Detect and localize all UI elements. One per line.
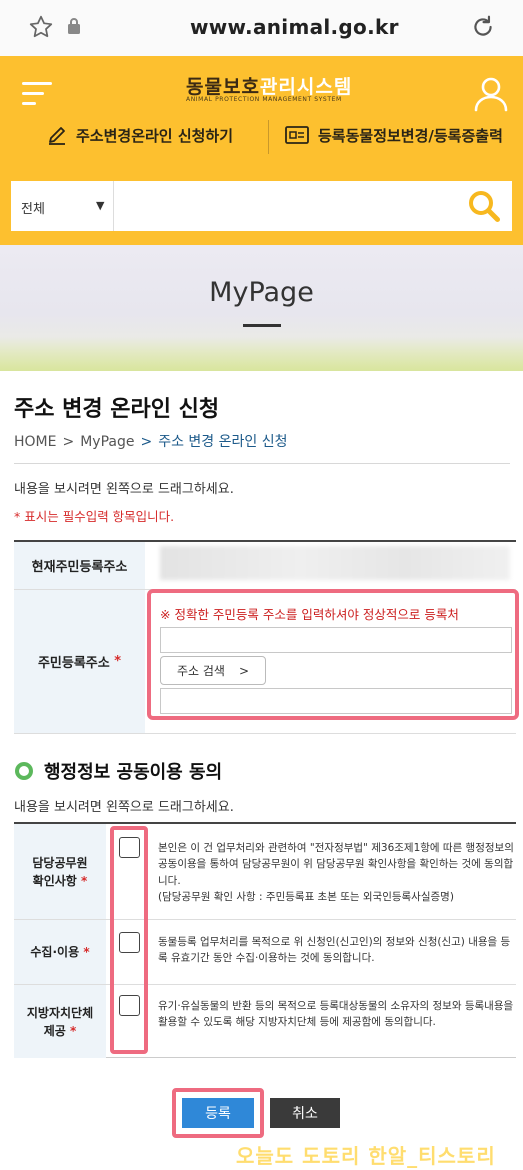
required-mark: * [114, 654, 122, 669]
address-input-1[interactable] [160, 627, 512, 653]
submit-button[interactable]: 등록 [182, 1098, 254, 1128]
breadcrumb: HOME > MyPage > 주소 변경 온라인 신청 [14, 431, 288, 451]
label-line: 확인사항 [32, 873, 77, 888]
required-mark: * [81, 873, 88, 888]
agreement-text-local-gov: 유기·유실동물의 반환 등의 목적으로 등록대상동물의 소유자의 정보와 등록내… [158, 1000, 514, 1029]
drag-hint-text: 내용을 보시려면 왼쪽으로 드래그하세요. [14, 482, 234, 497]
agreement-drag-hint: 내용을 보시려면 왼쪽으로 드래그하세요. [14, 800, 234, 815]
browser-bar: www.animal.go.kr [0, 0, 523, 56]
cancel-button[interactable]: 취소 [270, 1098, 340, 1128]
agreement-table: 담당공무원확인사항 * 수집·이용 * 지방자치단체제공 * 본인은 이 건 업… [14, 822, 516, 1058]
logo-subtitle: ANIMAL PROTECTION MANAGEMENT SYSTEM [186, 96, 342, 103]
breadcrumb-separator: > [62, 434, 75, 450]
address-search-button-label: 주소 검색 [176, 664, 225, 678]
resident-address-label-text: 주민등록주소 [37, 656, 110, 671]
site-header: 동물보호관리시스템 ANIMAL PROTECTION MANAGEMENT S… [0, 56, 523, 245]
watermark-text: 오늘도 도토리 한알_티스토리 [236, 1144, 496, 1168]
label-line: 담당공무원 [32, 855, 88, 870]
label-line: 수집·이용 [30, 945, 80, 959]
title-divider [14, 463, 510, 464]
link-divider [268, 120, 269, 154]
agreement-text-collection: 동물등록 업무처리를 목적으로 위 신청인(신고인)의 정보와 신청(신고) 내… [158, 936, 511, 965]
agreement-row-label-official: 담당공무원확인사항 * [14, 824, 106, 919]
lock-icon [68, 18, 80, 34]
banner-title: MyPage [209, 277, 314, 308]
address-change-link-label: 주소변경온라인 신청하기 [76, 126, 234, 145]
banner-underline [243, 324, 281, 327]
green-circle-bullet-icon [15, 762, 33, 780]
agreement-text-official: 본인은 이 건 업무처리와 관련하여 "전자정부법" 제36조제1항에 따른 행… [158, 840, 514, 905]
bookmark-star-icon[interactable] [28, 14, 54, 40]
url-text[interactable]: www.animal.go.kr [190, 15, 399, 39]
pencil-icon [49, 127, 65, 145]
dropdown-caret-icon: ▼ [96, 199, 105, 212]
breadcrumb-current: 주소 변경 온라인 신청 [158, 434, 288, 450]
user-icon[interactable] [474, 76, 508, 112]
checkbox-highlight-box [110, 826, 148, 1054]
agreement-text-body: 본인은 이 건 업무처리와 관련하여 "전자정부법" 제36조제1항에 따른 행… [158, 842, 514, 887]
search-bar: 전체 ▼ [11, 181, 512, 231]
address-warning-text: ※ 정확한 주민등록 주소를 입력하셔야 정상적으로 등록처 [160, 607, 459, 622]
breadcrumb-separator: > [140, 434, 153, 450]
required-mark: * [70, 1023, 77, 1038]
registration-info-link-label: 등록동물정보변경/등록증출력 [318, 126, 503, 145]
chevron-right-icon: > [238, 663, 250, 678]
hamburger-menu-icon[interactable] [22, 82, 52, 106]
logo-text-secondary: 관리시스템 [259, 76, 353, 98]
agreement-section-title: 행정정보 공동이용 동의 [14, 758, 222, 784]
breadcrumb-home[interactable]: HOME [14, 434, 56, 450]
address-change-link[interactable]: 주소변경온라인 신청하기 [46, 124, 233, 146]
current-address-value-blurred [160, 546, 510, 580]
resident-address-label: 주민등록주소 * [14, 590, 145, 733]
search-category-select[interactable]: 전체 ▼ [11, 181, 114, 231]
label-line: 제공 [43, 1023, 66, 1038]
label-line: 지방자치단체 [26, 1005, 94, 1020]
address-input-2[interactable] [160, 688, 512, 714]
site-logo[interactable]: 동물보호관리시스템 [186, 72, 352, 99]
registration-card-icon [285, 126, 309, 144]
agreement-title-text: 행정정보 공동이용 동의 [44, 762, 223, 783]
required-mark: * [83, 945, 90, 959]
address-search-button[interactable]: 주소 검색 > [160, 656, 266, 685]
page-title: 주소 변경 온라인 신청 [14, 397, 220, 422]
search-category-value: 전체 [21, 202, 45, 217]
row-divider [14, 733, 516, 734]
current-address-label: 현재주민등록주소 [14, 542, 145, 589]
agreement-row-label-collection: 수집·이용 * [14, 920, 106, 984]
mypage-banner: MyPage [0, 245, 523, 371]
search-icon[interactable] [467, 189, 501, 223]
logo-text-primary: 동물보호 [186, 76, 260, 98]
required-note: * 표시는 필수입력 항목입니다. [14, 509, 175, 524]
banner-grass-decoration [0, 337, 523, 371]
reload-icon[interactable] [470, 14, 496, 40]
registration-info-link[interactable]: 등록동물정보변경/등록증출력 [284, 124, 503, 146]
agreement-text-note: (담당공무원 확인 사항 : 주민등록표 초본 또는 외국인등록사실증명) [158, 890, 454, 903]
breadcrumb-mypage[interactable]: MyPage [80, 434, 134, 450]
agreement-row-label-local-gov: 지방자치단체제공 * [14, 985, 106, 1058]
